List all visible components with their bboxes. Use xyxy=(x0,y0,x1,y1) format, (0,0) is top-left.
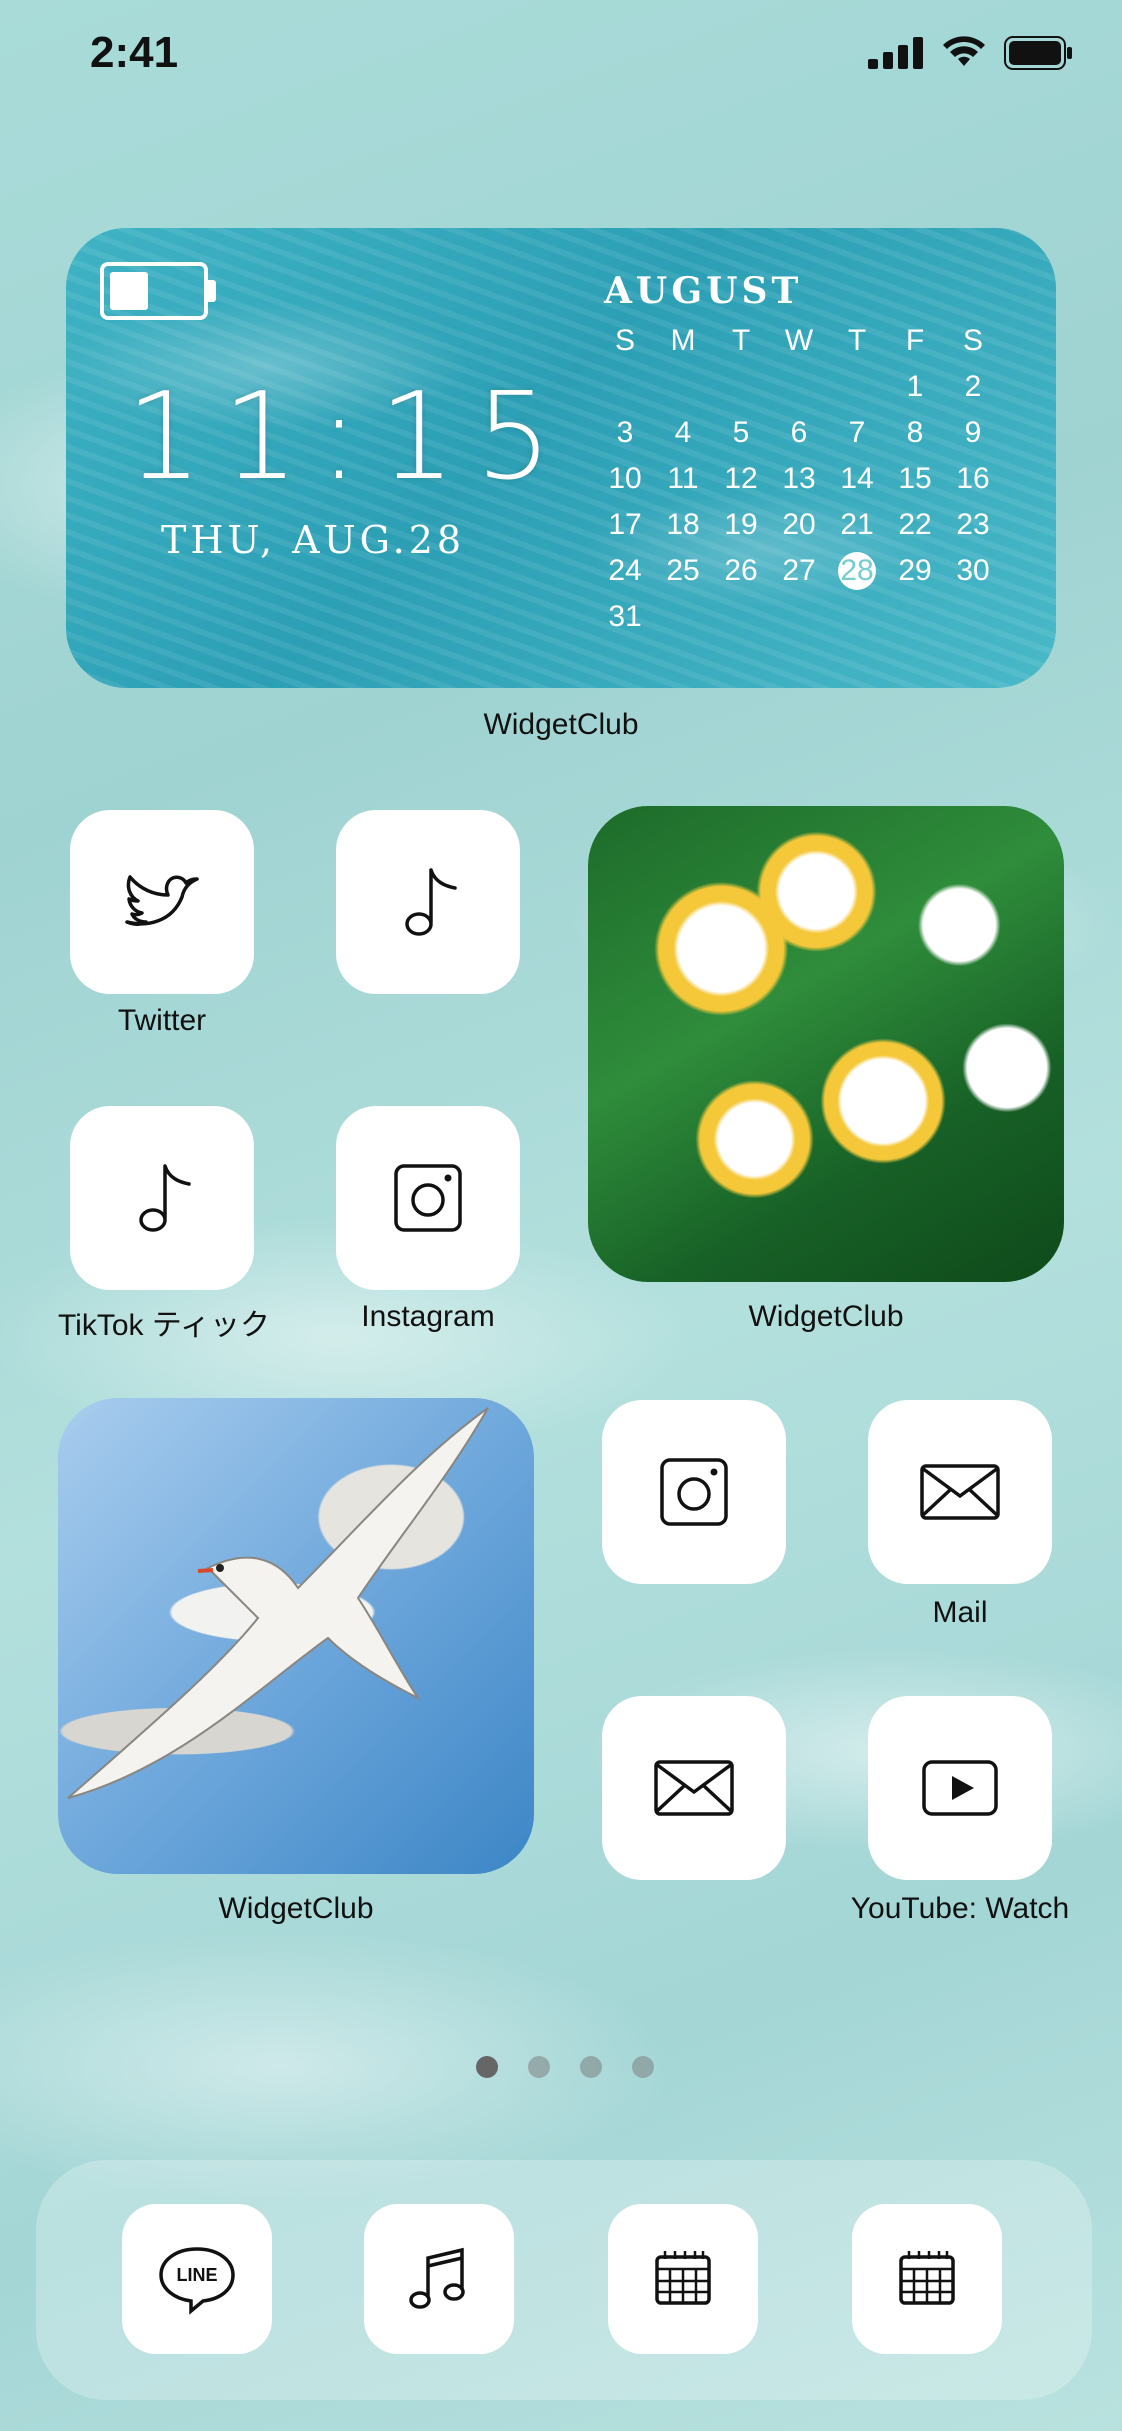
calendar-day: 19 xyxy=(724,508,758,541)
calendar-day: 27 xyxy=(782,554,816,587)
calendar-day: 8 xyxy=(906,416,924,449)
weekday-label: W xyxy=(784,324,814,357)
calendar-day: 12 xyxy=(724,462,758,495)
weekday-label: S xyxy=(962,324,983,357)
twitter-bird-icon xyxy=(125,875,199,926)
page-dot-3[interactable] xyxy=(580,2056,602,2078)
calendar-day: 7 xyxy=(848,416,866,449)
tiktok-app-2[interactable] xyxy=(336,810,520,994)
instagram-icon xyxy=(660,1458,728,1526)
clock-calendar-widget[interactable]: 11:15 THU, AUG.28 AUGUST SMTWTFS12345678… xyxy=(66,228,1056,688)
calendar-day: 20 xyxy=(782,508,816,541)
calendar-day: 5 xyxy=(732,416,750,449)
calendar-day: 4 xyxy=(674,416,692,449)
twitter-label: Twitter xyxy=(117,1004,207,1037)
line-icon: LINE xyxy=(159,2247,235,2315)
calendar-app-2[interactable] xyxy=(852,2204,1002,2354)
calendar-day xyxy=(770,368,828,406)
calendar-day: 29 xyxy=(898,554,932,587)
play-icon xyxy=(922,1760,998,1816)
calendar-day: 16 xyxy=(956,462,990,495)
instagram-icon xyxy=(394,1164,462,1232)
calendar-day: 21 xyxy=(840,508,874,541)
mail-app[interactable] xyxy=(868,1400,1052,1584)
bird-photo-widget[interactable] xyxy=(58,1398,534,1874)
music-note-icon xyxy=(139,1164,191,1232)
calendar-icon xyxy=(655,2251,711,2305)
calendar-day xyxy=(828,368,886,406)
music-note-icon xyxy=(405,868,457,936)
calendar-day: 24 xyxy=(608,554,642,587)
widget-clock: 11:15 xyxy=(126,368,572,507)
page-indicator[interactable] xyxy=(476,2056,654,2078)
calendar-day: 17 xyxy=(608,508,642,541)
tiktok-label: TikTok ティック xyxy=(57,1309,271,1342)
calendar-day: 31 xyxy=(608,600,642,633)
calendar-day: 2 xyxy=(964,370,982,403)
calendar-day: 9 xyxy=(964,416,982,449)
calendar-day: 25 xyxy=(666,554,700,587)
svg-text:LINE: LINE xyxy=(176,2265,217,2285)
widget-date: THU, AUG.28 xyxy=(161,518,466,562)
widget-calendar: AUGUST S M T W T F S 1 2 3 4 5 6 7 8 9 10 11 12 13 14 15 16 17 1… xyxy=(596,270,1036,636)
calendar-day: 18 xyxy=(666,508,700,541)
calendar-day xyxy=(712,368,770,406)
calendar-day: 22 xyxy=(898,508,932,541)
calendar-day: 30 xyxy=(956,554,990,587)
youtube-app[interactable] xyxy=(868,1696,1052,1880)
weekday-label: M xyxy=(670,324,696,357)
page-dot-1[interactable] xyxy=(476,2056,498,2078)
calendar-day xyxy=(596,368,654,406)
calendar-day: 10 xyxy=(608,462,642,495)
line-app[interactable]: LINE xyxy=(122,2204,272,2354)
status-icons xyxy=(868,36,1074,70)
page-dot-2[interactable] xyxy=(528,2056,550,2078)
battery-icon xyxy=(100,262,216,320)
tiktok-app[interactable] xyxy=(70,1106,254,1290)
instagram-app[interactable] xyxy=(336,1106,520,1290)
calendar-day: 26 xyxy=(724,554,758,587)
bird-widget-label: WidgetClub xyxy=(218,1892,374,1925)
weekday-label: S xyxy=(614,324,635,357)
signal-icon xyxy=(868,37,923,69)
mail-label: Mail xyxy=(932,1596,988,1629)
flowers-widget-label: WidgetClub xyxy=(748,1300,904,1333)
calendar-icon xyxy=(899,2251,955,2305)
calendar-day: 23 xyxy=(956,508,990,541)
music-notes-icon xyxy=(409,2247,465,2309)
weekday-label: F xyxy=(905,324,925,357)
music-app[interactable] xyxy=(364,2204,514,2354)
calendar-day: 11 xyxy=(667,462,699,495)
calendar-day: 13 xyxy=(782,462,816,495)
instagram-app-2[interactable] xyxy=(602,1400,786,1584)
calendar-day: 14 xyxy=(840,462,874,495)
envelope-icon xyxy=(920,1464,1000,1520)
calendar-day: 6 xyxy=(790,416,808,449)
calendar-grid: S M T W T F S 1 2 3 4 5 6 7 8 9 10 11 12 13 14 15 16 17 18 19 20 21… xyxy=(596,322,1036,636)
weekday-label: T xyxy=(847,324,867,357)
instagram-label: Instagram xyxy=(361,1300,495,1333)
twitter-app[interactable] xyxy=(70,810,254,994)
page-dot-4[interactable] xyxy=(632,2056,654,2078)
calendar-day xyxy=(654,368,712,406)
calendar-today: 28 xyxy=(838,552,876,590)
flowers-photo-widget[interactable] xyxy=(588,806,1064,1282)
mail-app-2[interactable] xyxy=(602,1696,786,1880)
weekday-label: T xyxy=(731,324,751,357)
battery-status-icon xyxy=(1004,36,1072,70)
seagull-image xyxy=(67,1407,489,1799)
wifi-icon xyxy=(943,36,985,66)
status-time: 2:41 xyxy=(90,28,179,77)
envelope-icon xyxy=(654,1760,734,1816)
calendar-day: 15 xyxy=(898,462,932,495)
calendar-app[interactable] xyxy=(608,2204,758,2354)
calendar-day: 3 xyxy=(616,416,634,449)
widget-label: WidgetClub xyxy=(483,708,639,741)
calendar-day: 1 xyxy=(906,370,924,403)
youtube-label: YouTube: Watch xyxy=(850,1892,1070,1925)
calendar-month: AUGUST xyxy=(604,270,803,312)
